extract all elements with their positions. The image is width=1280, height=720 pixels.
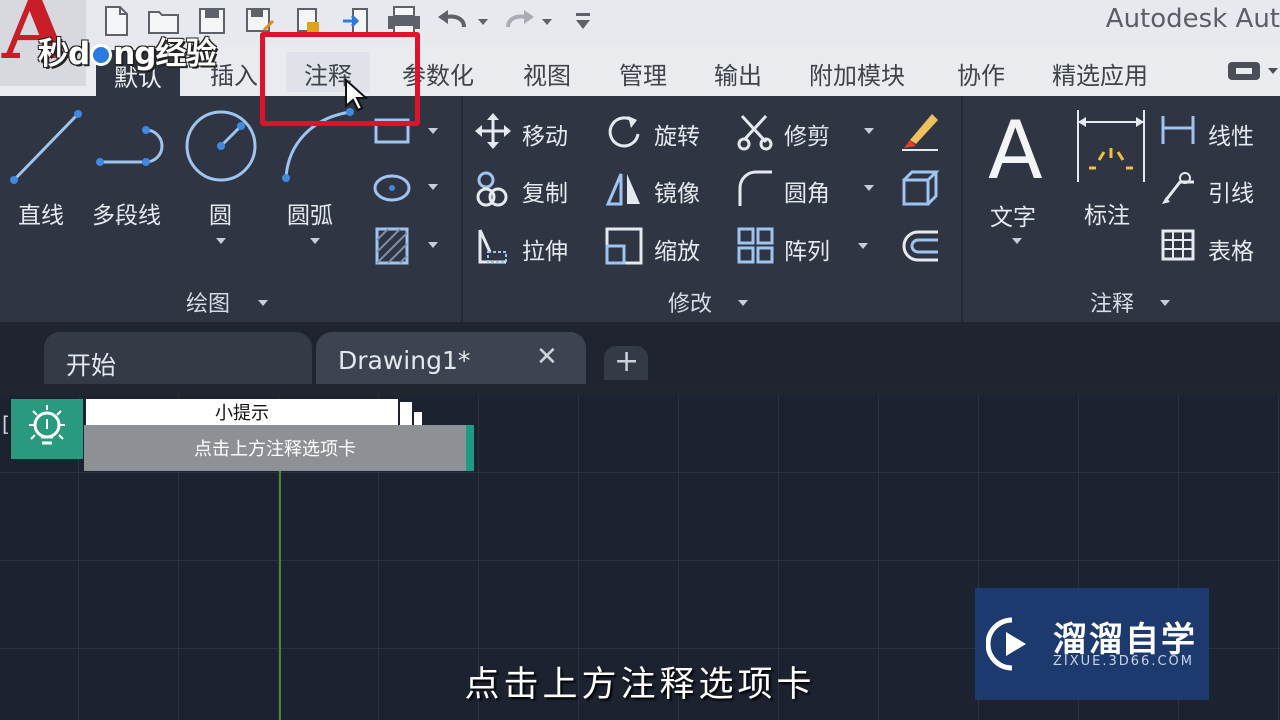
tab-addins[interactable]: 附加模块 xyxy=(809,56,905,91)
trim-dropdown-icon[interactable] xyxy=(864,128,874,134)
undo-icon[interactable] xyxy=(432,3,492,39)
document-tab-bar: 开始 Drawing1* ✕ + xyxy=(0,322,1280,384)
circle-icon[interactable] xyxy=(183,106,261,190)
arc-dropdown-icon[interactable] xyxy=(310,238,320,244)
leader-label[interactable]: 引线 xyxy=(1208,174,1254,208)
modify-panel-title[interactable]: 修改 xyxy=(668,286,712,318)
polyline-icon[interactable] xyxy=(94,118,172,178)
stretch-label[interactable]: 拉伸 xyxy=(522,232,568,266)
annotation-panel-expand-icon[interactable] xyxy=(1160,300,1170,306)
table-icon[interactable] xyxy=(1160,228,1196,266)
tab-start-label[interactable]: 开始 xyxy=(66,346,116,382)
tab-featured-apps[interactable]: 精选应用 xyxy=(1052,56,1148,91)
linear-dim-icon[interactable] xyxy=(1160,114,1196,150)
canvas-top-border xyxy=(0,384,1280,396)
viewport-control-bracket[interactable]: [ xyxy=(2,412,10,436)
ellipse-dropdown-icon[interactable] xyxy=(428,184,438,190)
tab-manage[interactable]: 管理 xyxy=(619,56,667,91)
text-label[interactable]: 文字 xyxy=(990,198,1036,232)
mirror-icon[interactable] xyxy=(604,170,644,212)
circle-label[interactable]: 圆 xyxy=(209,196,232,230)
array-dropdown-icon[interactable] xyxy=(858,243,868,249)
watermark-url: ZIXUE.3D66.COM xyxy=(1053,654,1194,669)
table-label[interactable]: 表格 xyxy=(1208,232,1254,266)
customize-toolbar-icon[interactable] xyxy=(568,3,598,39)
highlight-annotate-tab xyxy=(260,32,420,126)
move-label[interactable]: 移动 xyxy=(522,117,568,151)
dimension-icon[interactable] xyxy=(1074,108,1148,188)
hatch-dropdown-icon[interactable] xyxy=(428,242,438,248)
mirror-label[interactable]: 镜像 xyxy=(654,174,700,208)
ellipse-icon[interactable] xyxy=(372,172,412,208)
play-logo-icon xyxy=(985,616,1038,676)
fillet-icon[interactable] xyxy=(734,168,774,212)
polyline-label[interactable]: 多段线 xyxy=(92,196,161,230)
leader-icon[interactable] xyxy=(1160,170,1196,208)
array-label[interactable]: 阵列 xyxy=(784,232,830,266)
draw-panel-expand-icon[interactable] xyxy=(258,300,268,306)
hint-text: 点击上方注释选项卡 xyxy=(84,425,474,471)
hatch-icon[interactable] xyxy=(374,226,410,270)
rotate-label[interactable]: 旋转 xyxy=(654,117,700,151)
draw-panel-title[interactable]: 绘图 xyxy=(186,286,230,318)
autocad-window: Autodesk Aut 默认 插入 注释 参数化 视图 管理 输出 附加模块 … xyxy=(0,0,1280,720)
annotation-panel-title[interactable]: 注释 xyxy=(1090,286,1134,318)
arc-label[interactable]: 圆弧 xyxy=(287,196,333,230)
close-tab-icon[interactable]: ✕ xyxy=(536,342,558,372)
tab-insert[interactable]: 插入 xyxy=(210,56,258,91)
ribbon-options-icon[interactable] xyxy=(1228,60,1278,82)
line-label[interactable]: 直线 xyxy=(18,196,64,230)
tab-collaborate[interactable]: 协作 xyxy=(957,56,1005,91)
solid-box-icon[interactable] xyxy=(900,168,940,212)
text-icon[interactable]: A xyxy=(986,104,1050,197)
lightbulb-icon xyxy=(11,399,83,459)
dimension-label[interactable]: 标注 xyxy=(1084,196,1130,230)
new-tab-button[interactable]: + xyxy=(604,344,648,380)
tab-output[interactable]: 输出 xyxy=(714,56,762,91)
tab-view[interactable]: 视图 xyxy=(523,56,571,91)
move-icon[interactable] xyxy=(474,112,512,154)
copy-label[interactable]: 复制 xyxy=(522,174,568,208)
mouse-cursor-icon xyxy=(344,77,369,116)
modify-panel-expand-icon[interactable] xyxy=(738,300,748,306)
copy-icon[interactable] xyxy=(474,170,512,212)
svg-text:A: A xyxy=(988,106,1043,186)
tab-drawing1-label[interactable]: Drawing1* xyxy=(338,346,470,375)
app-title: Autodesk Aut xyxy=(1105,4,1280,34)
line-icon[interactable] xyxy=(8,106,84,190)
redo-icon[interactable] xyxy=(500,3,560,39)
fillet-label[interactable]: 圆角 xyxy=(784,174,830,208)
stretch-icon[interactable] xyxy=(474,226,512,270)
trim-label[interactable]: 修剪 xyxy=(784,117,830,151)
text-dropdown-icon[interactable] xyxy=(1012,238,1022,244)
circle-dropdown-icon[interactable] xyxy=(216,238,226,244)
hint-decoration xyxy=(414,412,422,425)
hint-decoration xyxy=(400,402,412,425)
linear-label[interactable]: 线性 xyxy=(1208,117,1254,151)
erase-icon[interactable] xyxy=(900,110,940,156)
trim-icon[interactable] xyxy=(736,112,776,156)
watermark-logo: 秒d ng经验 xyxy=(38,36,216,72)
offset-icon[interactable] xyxy=(900,228,940,268)
rectangle-dropdown-icon[interactable] xyxy=(428,128,438,134)
plus-icon: + xyxy=(614,344,640,379)
scale-icon[interactable] xyxy=(604,226,644,270)
hint-title: 小提示 xyxy=(86,399,398,425)
panel-divider xyxy=(961,96,963,322)
scale-label[interactable]: 缩放 xyxy=(654,232,700,266)
fillet-dropdown-icon[interactable] xyxy=(864,185,874,191)
array-icon[interactable] xyxy=(736,226,776,270)
rotate-icon[interactable] xyxy=(604,112,644,156)
panel-divider xyxy=(461,96,463,322)
